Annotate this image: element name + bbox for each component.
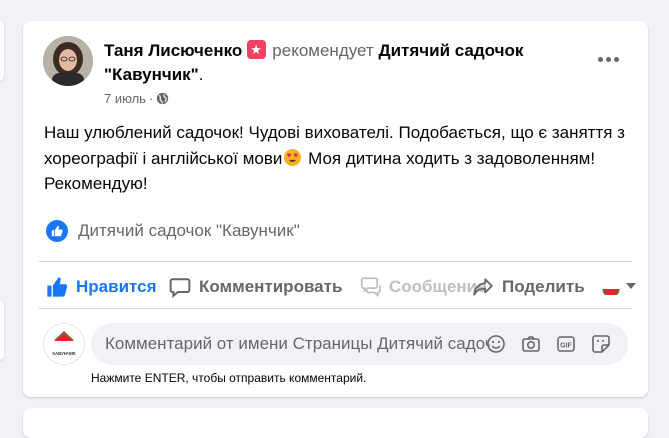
thumbs-up-icon — [47, 277, 68, 297]
share-label: Поделить — [502, 277, 585, 296]
camera-icon[interactable] — [521, 334, 541, 354]
more-options-button[interactable] — [590, 46, 626, 72]
comment-icon — [169, 278, 191, 298]
comment-input[interactable] — [91, 323, 504, 365]
more-icon-dot — [613, 56, 619, 62]
post-date[interactable]: 7 июль — [104, 91, 146, 106]
next-post-card — [23, 408, 648, 438]
message-button[interactable]: Сообщение — [359, 270, 487, 304]
comment-box: GIF — [91, 323, 628, 365]
commenter-avatar[interactable]: КАВУНЧИК — [43, 323, 85, 365]
post-actions: Нравится Комментировать Сообщение Подели… — [44, 270, 636, 304]
chevron-down-icon[interactable] — [626, 283, 636, 291]
page-suffix: . — [198, 65, 204, 84]
post-text: Наш улюблений садочок! Чудові вихователі… — [44, 120, 634, 197]
gif-icon[interactable]: GIF — [556, 334, 576, 354]
divider — [39, 261, 632, 262]
more-icon — [597, 56, 603, 62]
like-button[interactable]: Нравится — [46, 270, 157, 304]
like-label: Нравится — [76, 277, 157, 296]
recommendation-page-name: Дитячий садочок "Кавунчик" — [78, 221, 300, 240]
heart-eyes-emoji — [284, 148, 302, 166]
emoji-icon[interactable] — [486, 334, 506, 354]
date-separator: · — [148, 91, 154, 106]
message-icon — [360, 277, 381, 298]
comment-button[interactable]: Комментировать — [169, 270, 342, 304]
neighbor-card-edge — [0, 300, 4, 360]
svg-text:GIF: GIF — [560, 342, 572, 349]
recommendation-row[interactable]: Дитячий садочок "Кавунчик" — [46, 220, 300, 242]
globe-icon — [157, 92, 169, 105]
post-header: Таня Лисюченкорекомендует Дитячий садочо… — [104, 38, 574, 87]
post-meta: 7 июль · — [104, 91, 169, 106]
thumbs-up-icon — [46, 220, 68, 242]
share-icon — [473, 278, 493, 296]
recommends-label: рекомендует — [272, 41, 374, 60]
comment-hint: Нажмите ENTER, чтобы отправить комментар… — [91, 371, 367, 385]
share-button[interactable]: Поделить — [472, 270, 585, 304]
neighbor-card-edge — [0, 21, 4, 81]
post-card: Таня Лисюченко рекомендует Дитячий садочо… — [23, 21, 648, 397]
sticker-icon[interactable] — [591, 334, 611, 354]
author-avatar[interactable] — [43, 36, 93, 86]
star-badge-icon — [247, 38, 267, 62]
page-avatar-icon — [602, 288, 620, 295]
author-name[interactable]: Таня Лисюченко — [104, 41, 242, 60]
divider — [39, 308, 632, 309]
comment-label: Комментировать — [199, 277, 343, 296]
more-icon-dot — [605, 56, 611, 62]
commenter-avatar-text: КАВУНЧИК — [52, 351, 76, 356]
